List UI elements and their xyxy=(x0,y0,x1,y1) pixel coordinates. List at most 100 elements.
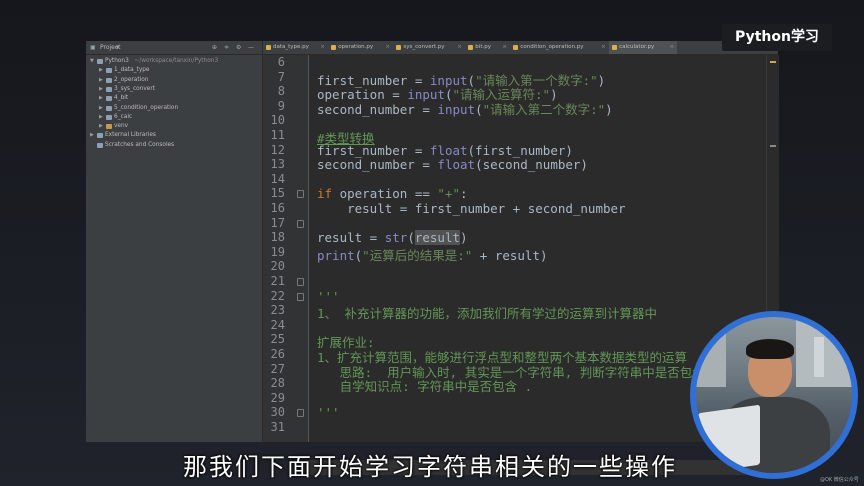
collapse-arrow-icon[interactable]: ▶ xyxy=(99,95,103,101)
code-token: str xyxy=(384,230,408,246)
code-line[interactable]: print("运算后的结果是:" + result) xyxy=(317,245,548,264)
tree-item-label: 6_calc xyxy=(114,113,133,120)
collapse-all-icon[interactable]: ≑ xyxy=(224,44,229,51)
folder-icon xyxy=(106,77,112,83)
hide-panel-icon[interactable]: — xyxy=(248,44,254,51)
code-line[interactable]: result = first_number + second_number xyxy=(317,201,625,216)
project-path: ~/workspace/tanxin/Python3 xyxy=(134,58,219,64)
tree-item[interactable]: ▶ 1_data_type xyxy=(86,66,262,75)
tree-item[interactable]: ▶ 4_bit xyxy=(86,94,262,103)
presenter-hair xyxy=(746,339,794,359)
editor-tabs: data_type.py × operation.py × sys_convert.py… xyxy=(263,41,778,55)
collapse-arrow-icon[interactable]: ▶ xyxy=(99,114,103,120)
tab-label: data_type.py xyxy=(273,44,309,50)
line-number: 26 xyxy=(270,347,285,361)
line-number: 6 xyxy=(277,55,285,69)
collapse-arrow-icon[interactable]: ▶ xyxy=(99,86,103,92)
line-number: 9 xyxy=(277,98,285,113)
expand-arrow-icon[interactable]: ▼ xyxy=(90,58,94,64)
line-number: 31 xyxy=(270,420,285,434)
tree-item[interactable]: ▶ 2_operation xyxy=(86,76,262,85)
close-icon[interactable]: × xyxy=(601,44,606,50)
fold-marker-icon[interactable] xyxy=(297,278,304,286)
code-line[interactable]: result = str(result) xyxy=(317,230,468,246)
code-token: 1、 补充计算器的功能，添加我们所有学过的运算到计算器中 xyxy=(317,306,658,322)
project-view-icon[interactable]: ▣ xyxy=(90,44,96,51)
tree-item-label: 2_operation xyxy=(114,76,149,83)
python-file-icon xyxy=(612,45,618,50)
close-icon[interactable]: × xyxy=(457,44,462,50)
collapse-arrow-icon[interactable]: ▶ xyxy=(99,123,103,129)
code-token: (second_number) xyxy=(475,157,588,173)
tree-item[interactable]: ▶ External Libraries xyxy=(86,131,262,140)
fold-marker-icon[interactable] xyxy=(297,409,304,418)
video-subtitle: 那我们下面开始学习字符串相关的一些操作 xyxy=(183,453,677,481)
folder-icon xyxy=(106,86,112,92)
line-number: 13 xyxy=(270,157,285,172)
tree-item[interactable]: ▶ venv xyxy=(86,122,262,131)
line-number: 18 xyxy=(270,230,285,245)
code-token: "请输入第二个数字:" xyxy=(482,101,606,117)
tab-label: bit.py xyxy=(475,44,491,50)
warning-marker[interactable] xyxy=(770,61,776,63)
tab-operation[interactable]: operation.py × xyxy=(328,41,392,54)
code-line[interactable]: 1、 补充计算器的功能，添加我们所有学过的运算到计算器中 xyxy=(317,303,657,322)
code-token: second_number = xyxy=(317,101,438,117)
tree-item[interactable]: ▶ 6_calc xyxy=(86,113,262,122)
tree-item[interactable]: ▼ Python3 ~/workspace/tanxin/Python3 xyxy=(86,57,262,66)
close-icon[interactable]: × xyxy=(502,44,507,50)
tab-label: sys_convert.py xyxy=(403,44,445,50)
scope-icon[interactable]: ⊕ xyxy=(212,44,217,51)
tab-condition-operation[interactable]: condition_operation.py × xyxy=(510,41,608,54)
info-marker[interactable] xyxy=(770,145,776,147)
code-token: ( xyxy=(407,230,415,246)
code-line[interactable]: first_number = float(first_number) xyxy=(317,143,573,158)
tab-sys-convert[interactable]: sys_convert.py × xyxy=(393,41,464,54)
close-icon[interactable]: × xyxy=(385,44,390,50)
code-token: + result) xyxy=(472,247,548,263)
line-number: 8 xyxy=(277,84,285,99)
channel-badge: Python学习 xyxy=(722,24,832,51)
tree-item-label: Scratches and Consoles xyxy=(105,141,175,148)
tab-data-type[interactable]: data_type.py × xyxy=(263,41,327,54)
gear-icon[interactable]: ⚙ xyxy=(236,44,241,51)
presenter-video xyxy=(696,317,852,473)
line-number: 24 xyxy=(270,317,285,332)
line-number: 16 xyxy=(270,201,285,215)
line-number: 17 xyxy=(270,215,285,230)
collapse-arrow-icon[interactable]: ▶ xyxy=(90,132,94,138)
folder-icon xyxy=(106,96,112,102)
project-panel-header: ▣ Project ▾ ⊕ ≑ ⚙ — xyxy=(86,41,262,55)
code-line[interactable]: 自学知识点: 字符串中是否包含 . xyxy=(317,376,533,395)
fold-marker-icon[interactable] xyxy=(297,219,304,228)
code-token: "运算后的结果是:" xyxy=(362,247,473,263)
tree-item-label: 5_condition_operation xyxy=(114,104,179,111)
fold-marker-icon[interactable] xyxy=(297,292,304,301)
code-token: input xyxy=(437,101,476,117)
line-number: 19 xyxy=(270,244,285,259)
chevron-down-icon[interactable]: ▾ xyxy=(116,44,119,51)
tab-bit[interactable]: bit.py × xyxy=(465,41,509,54)
collapse-arrow-icon[interactable]: ▶ xyxy=(99,105,103,111)
close-icon[interactable]: × xyxy=(670,44,675,50)
line-number: 21 xyxy=(270,274,285,288)
code-line[interactable]: ''' xyxy=(317,405,340,420)
fold-marker-icon[interactable] xyxy=(297,190,304,199)
collapse-arrow-icon[interactable]: ▶ xyxy=(99,77,103,83)
folder-icon xyxy=(106,114,112,120)
tree-item[interactable]: ▶ 3_sys_convert xyxy=(86,85,262,94)
tree-item-label: External Libraries xyxy=(105,132,156,139)
tab-calculator[interactable]: calculator.py × xyxy=(609,41,677,54)
tree-item[interactable]: Scratches and Consoles xyxy=(86,141,262,150)
close-icon[interactable]: × xyxy=(320,44,325,50)
line-number: 22 xyxy=(270,288,285,303)
collapse-arrow-icon[interactable]: ▶ xyxy=(99,67,103,73)
tree-item-label: 1_data_type xyxy=(114,67,150,74)
code-token: result xyxy=(414,230,460,246)
code-line[interactable]: second_number = float(second_number) xyxy=(317,157,588,172)
code-line[interactable]: second_number = input("请输入第二个数字:") xyxy=(317,99,613,118)
code-line[interactable]: ''' xyxy=(317,289,340,304)
code-line[interactable]: if operation == "+": xyxy=(317,186,468,201)
tree-item[interactable]: ▶ 5_condition_operation xyxy=(86,104,262,113)
line-number-gutter: 6 7 8 9 10 11 12 13 14 15 16 17 18 19 20 21 22 23 24 25 26 27… xyxy=(263,55,309,442)
